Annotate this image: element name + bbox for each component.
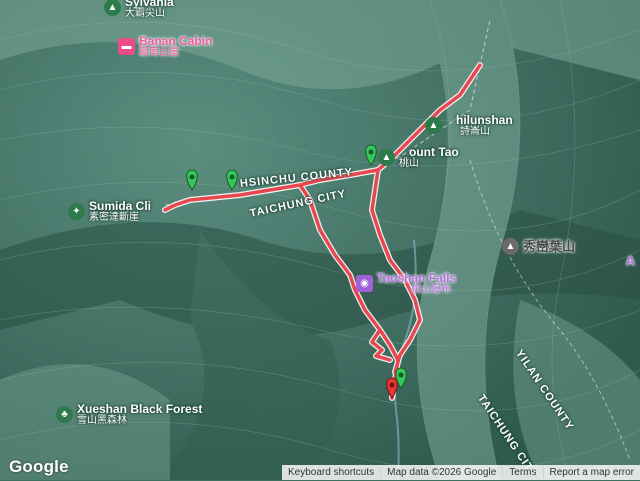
map-data-text: Map data ©2026 Google: [380, 467, 502, 478]
place-xueshan-forest[interactable]: ♣ Xueshan Black Forest 雪山黑森林: [56, 403, 202, 426]
place-mount-tao-zh: 桃山: [399, 157, 419, 169]
place-banan-cabin-en: Banan Cabin: [139, 34, 213, 48]
place-taoshan-falls[interactable]: ◉ Taoshan Falls 桃山瀑布: [356, 272, 456, 295]
place-xiuluye-zh: 秀巒葉山: [523, 238, 576, 254]
place-sumida-en: Sumida Cli: [89, 199, 152, 213]
terms-link[interactable]: Terms: [502, 467, 542, 478]
place-sylvania[interactable]: ▲ Sylvania 大霸尖山: [104, 0, 174, 19]
report-error-link[interactable]: Report a map error: [542, 467, 640, 478]
google-logo: Google: [9, 457, 69, 476]
place-xueshan-forest-en: Xueshan Black Forest: [77, 402, 203, 416]
place-edge-a-en: A: [626, 254, 635, 268]
place-xueshan-forest-zh: 雪山黑森林: [77, 414, 127, 426]
waterfall-icon: ◉: [356, 275, 373, 293]
place-shilunshan[interactable]: ▲ hilunshan 詩崙山: [425, 114, 513, 137]
mountain-icon: ▲: [502, 238, 519, 255]
place-banan-cabin-zh: 霸南山屋: [139, 46, 179, 58]
tree-icon: ♣: [56, 406, 73, 424]
place-taoshan-falls-en: Taoshan Falls: [377, 271, 457, 285]
place-sumida-zh: 素密達斷崖: [89, 211, 139, 223]
mountain-icon: ▲: [378, 149, 395, 167]
place-mount-tao-en: ount Tao: [409, 145, 459, 159]
lodging-icon: ▬: [118, 38, 135, 56]
viewpoint-icon: ✦: [68, 203, 85, 221]
place-edge-a[interactable]: A: [626, 254, 635, 268]
place-sylvania-zh: 大霸尖山: [125, 7, 165, 19]
place-sumida[interactable]: ✦ Sumida Cli 素密達斷崖: [68, 200, 151, 223]
attribution-bar: Keyboard shortcuts Map data ©2026 Google…: [281, 465, 640, 480]
map-footer: Google Keyboard shortcuts Map data ©2026…: [0, 457, 640, 480]
place-shilunshan-en: hilunshan: [456, 113, 513, 127]
mountain-icon: ▲: [104, 0, 121, 17]
mountain-icon: ▲: [425, 117, 442, 135]
place-banan-cabin[interactable]: ▬ Banan Cabin 霸南山屋: [118, 35, 212, 58]
place-taoshan-falls-zh: 桃山瀑布: [411, 283, 451, 295]
place-shilunshan-zh: 詩崙山: [460, 125, 490, 137]
place-xiuluye[interactable]: ▲ 秀巒葉山: [502, 238, 575, 255]
place-mount-tao[interactable]: ▲ ount Tao 桃山: [378, 146, 459, 169]
keyboard-shortcuts-link[interactable]: Keyboard shortcuts: [282, 467, 380, 478]
